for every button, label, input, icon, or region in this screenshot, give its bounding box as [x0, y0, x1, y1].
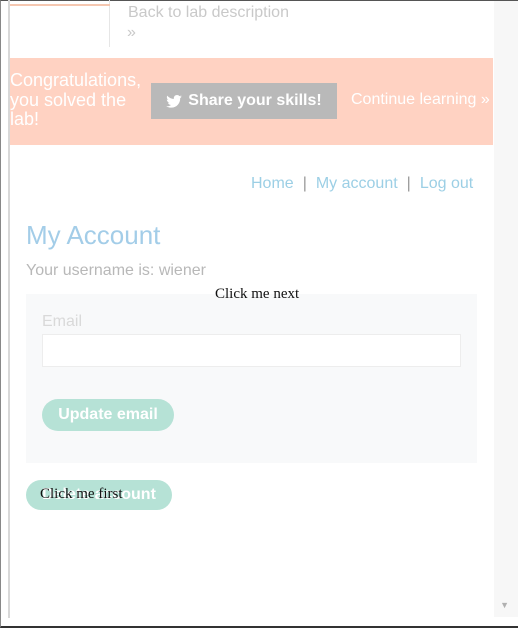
nav-separator: |	[302, 175, 307, 192]
share-skills-button[interactable]: Share your skills!	[151, 83, 337, 119]
share-skills-label: Share your skills!	[188, 92, 322, 109]
email-label: Email	[42, 313, 83, 330]
nav-home-link[interactable]: Home	[251, 175, 294, 192]
top-nav: Home | My account | Log out	[251, 175, 473, 193]
email-input[interactable]	[42, 334, 461, 367]
lab-header: Back to lab description »	[10, 0, 493, 58]
change-email-form: Email Update email	[26, 294, 477, 463]
scrollbar[interactable]	[494, 1, 518, 617]
chevron-right-icon[interactable]: »	[127, 24, 136, 42]
update-email-button[interactable]: Update email	[42, 399, 174, 431]
page-title: My Account	[26, 220, 161, 250]
nav-my-account-link[interactable]: My account	[316, 175, 398, 192]
solved-banner: Congratulations, you solved the lab! Sha…	[10, 58, 493, 145]
nav-separator: |	[406, 175, 411, 192]
scroll-down-icon[interactable]: ▼	[500, 600, 509, 610]
congratulations-text: Congratulations, you solved the lab!	[10, 70, 142, 129]
logo	[10, 0, 110, 47]
logo-accent-line	[10, 4, 110, 6]
click-me-next-decoy: Click me next	[215, 286, 300, 302]
continue-learning-link[interactable]: Continue learning »	[351, 91, 490, 109]
twitter-bird-icon	[166, 94, 183, 108]
username-text: Your username is: wiener	[26, 262, 206, 279]
back-to-lab-link[interactable]: Back to lab description	[128, 4, 289, 22]
click-me-first-decoy: Click me first	[40, 486, 123, 502]
nav-log-out-link[interactable]: Log out	[420, 175, 473, 192]
